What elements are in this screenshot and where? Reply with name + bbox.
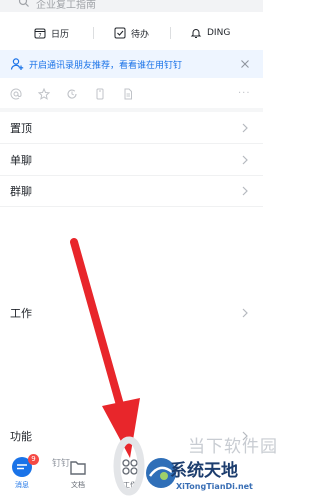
watermark-title: 系统天地 xyxy=(170,461,238,481)
document-icon[interactable] xyxy=(122,88,134,100)
calendar-button[interactable]: 7 日历 xyxy=(34,22,69,44)
todo-label: 待办 xyxy=(131,29,150,40)
row-label: 置顶 xyxy=(10,122,32,135)
calendar-label: 日历 xyxy=(51,29,70,40)
contacts-recommend-banner[interactable]: 开启通讯录朋友推荐，看看谁在用钉钉 xyxy=(0,50,263,78)
divider xyxy=(170,27,171,39)
row-label: 工作 xyxy=(10,307,32,320)
search-bar[interactable]: 企业复工指南 xyxy=(0,0,263,12)
more-icon[interactable]: ··· xyxy=(238,88,251,99)
calendar-icon: 7 xyxy=(34,28,46,39)
chevron-right-icon xyxy=(242,186,248,196)
row-label: 单聊 xyxy=(10,154,32,167)
todo-check-icon xyxy=(114,27,126,39)
todo-button[interactable]: 待办 xyxy=(114,22,149,44)
watermark-subtitle: XiTongTianDi.net xyxy=(176,482,253,491)
row-group-chat[interactable]: 群聊 xyxy=(0,175,263,207)
nav-messages[interactable]: 9 消息 xyxy=(0,454,48,500)
row-single-chat[interactable]: 单聊 xyxy=(0,144,263,176)
at-icon[interactable] xyxy=(10,88,22,100)
watermark-text: 当下软件园 xyxy=(188,437,278,457)
chevron-right-icon xyxy=(242,155,248,165)
banner-text: 开启通讯录朋友推荐，看看谁在用钉钉 xyxy=(29,61,183,71)
nav-label: 文档 xyxy=(71,481,85,489)
quick-actions-bar: 7 日历 待办 DING xyxy=(0,22,263,44)
user-add-icon xyxy=(10,58,24,70)
chevron-right-icon xyxy=(242,123,248,133)
close-icon[interactable] xyxy=(240,59,250,69)
ding-button[interactable]: DING xyxy=(190,22,230,44)
ding-label: DING xyxy=(207,28,231,38)
search-icon xyxy=(18,0,29,7)
row-label: 群聊 xyxy=(10,185,32,198)
row-label: 功能 xyxy=(10,430,32,443)
svg-text:7: 7 xyxy=(38,33,41,39)
watermark: 当下软件园 系统天地 XiTongTianDi.net xyxy=(113,430,277,500)
row-pinned[interactable]: 置顶 xyxy=(0,112,263,144)
phone-icon[interactable] xyxy=(94,88,106,100)
message-filter-row: ··· xyxy=(0,84,263,106)
divider xyxy=(93,27,94,39)
bell-icon xyxy=(190,29,202,38)
chevron-right-icon xyxy=(242,308,248,318)
search-input[interactable]: 企业复工指南 xyxy=(36,0,96,11)
star-icon[interactable] xyxy=(38,88,50,100)
clock-icon[interactable] xyxy=(66,88,78,100)
unread-badge: 9 xyxy=(28,454,39,465)
nav-label: 消息 xyxy=(15,481,29,489)
